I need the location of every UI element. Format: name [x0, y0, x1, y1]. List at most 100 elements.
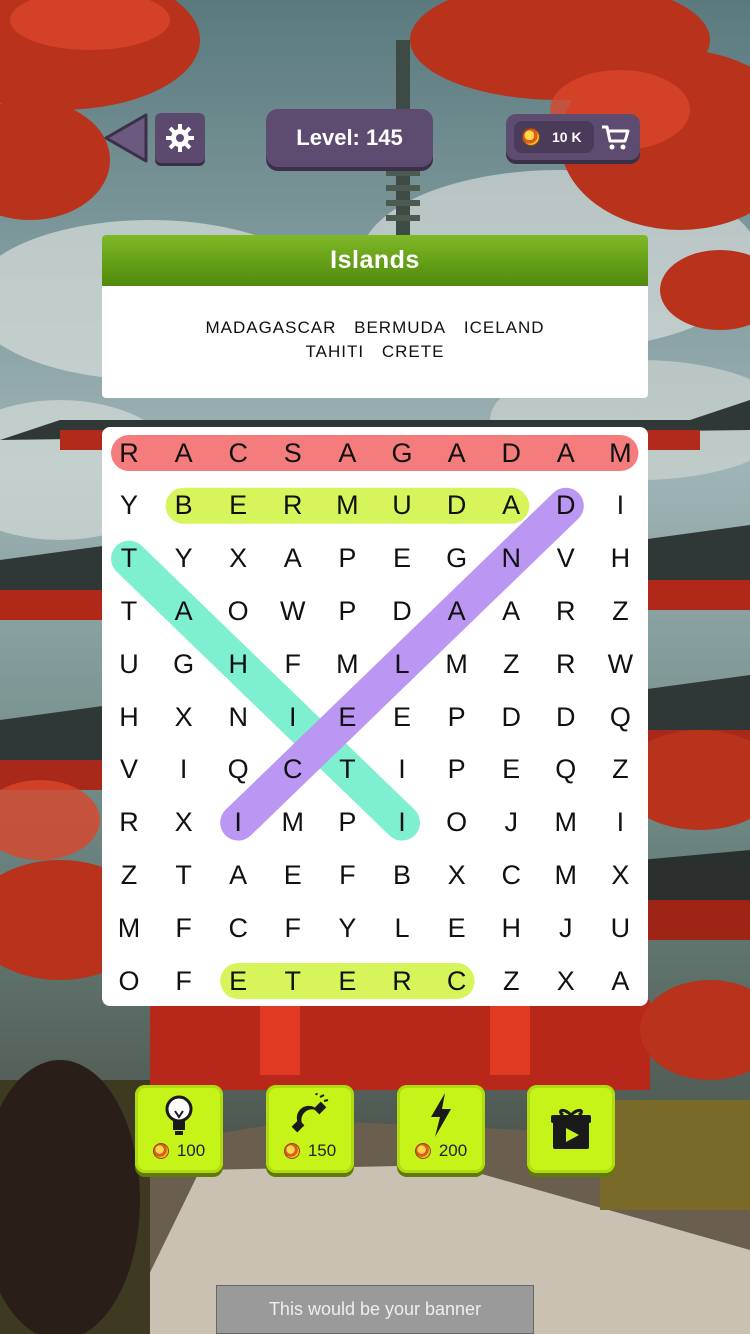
grid-letter[interactable]: T [109, 591, 149, 631]
grid-letter[interactable]: I [164, 750, 204, 790]
grid-letter[interactable]: A [437, 433, 477, 473]
grid-letter[interactable]: P [327, 539, 367, 579]
grid-letter[interactable]: I [218, 803, 258, 843]
grid-letter[interactable]: T [164, 855, 204, 895]
grid-letter[interactable]: O [218, 591, 258, 631]
grid-letter[interactable]: H [109, 697, 149, 737]
grid-letter[interactable]: R [546, 591, 586, 631]
grid-letter[interactable]: I [382, 750, 422, 790]
grid-letter[interactable]: E [327, 961, 367, 1001]
grid-letter[interactable]: S [273, 433, 313, 473]
grid-letter[interactable]: I [273, 697, 313, 737]
shopping-cart-icon[interactable] [600, 122, 630, 152]
grid-letter[interactable]: A [600, 961, 640, 1001]
grid-letter[interactable]: F [273, 644, 313, 684]
grid-letter[interactable]: V [109, 750, 149, 790]
grid-letter[interactable]: P [327, 803, 367, 843]
grid-letter[interactable]: C [273, 750, 313, 790]
grid-letter[interactable]: D [491, 433, 531, 473]
grid-letter[interactable]: J [491, 803, 531, 843]
letter-grid[interactable]: RACSAGADAMYBERMUDADITYXAPEGNVHTAOWPDAARZ… [102, 427, 648, 1006]
grid-letter[interactable]: A [327, 433, 367, 473]
grid-letter[interactable]: J [546, 908, 586, 948]
grid-letter[interactable]: Q [600, 697, 640, 737]
grid-letter[interactable]: D [546, 486, 586, 526]
grid-letter[interactable]: F [273, 908, 313, 948]
grid-letter[interactable]: Z [491, 644, 531, 684]
grid-letter[interactable]: M [109, 908, 149, 948]
grid-letter[interactable]: I [382, 803, 422, 843]
grid-letter[interactable]: V [546, 539, 586, 579]
grid-letter[interactable]: C [437, 961, 477, 1001]
grid-letter[interactable]: E [273, 855, 313, 895]
grid-letter[interactable]: L [382, 644, 422, 684]
grid-letter[interactable]: X [218, 539, 258, 579]
lightning-button[interactable]: 200 [397, 1085, 485, 1173]
grid-letter[interactable]: R [546, 644, 586, 684]
grid-letter[interactable]: P [437, 750, 477, 790]
grid-letter[interactable]: E [437, 908, 477, 948]
grid-letter[interactable]: N [491, 539, 531, 579]
grid-letter[interactable]: G [437, 539, 477, 579]
grid-letter[interactable]: Y [109, 486, 149, 526]
grid-letter[interactable]: H [600, 539, 640, 579]
grid-letter[interactable]: M [327, 486, 367, 526]
grid-letter[interactable]: A [491, 591, 531, 631]
grid-letter[interactable]: C [218, 433, 258, 473]
grid-letter[interactable]: X [600, 855, 640, 895]
grid-letter[interactable]: Z [109, 855, 149, 895]
grid-letter[interactable]: U [382, 486, 422, 526]
gift-video-button[interactable] [527, 1085, 615, 1173]
grid-letter[interactable]: B [164, 486, 204, 526]
grid-letter[interactable]: W [600, 644, 640, 684]
grid-letter[interactable]: Z [600, 750, 640, 790]
grid-letter[interactable]: A [546, 433, 586, 473]
grid-letter[interactable]: I [600, 803, 640, 843]
grid-letter[interactable]: X [164, 697, 204, 737]
grid-letter[interactable]: A [218, 855, 258, 895]
magnet-button[interactable]: 150 [266, 1085, 354, 1173]
grid-letter[interactable]: A [437, 591, 477, 631]
coin-balance[interactable]: 10 K [506, 114, 640, 160]
grid-letter[interactable]: Z [491, 961, 531, 1001]
grid-letter[interactable]: E [382, 539, 422, 579]
grid-letter[interactable]: E [382, 697, 422, 737]
grid-letter[interactable]: A [273, 539, 313, 579]
grid-letter[interactable]: X [437, 855, 477, 895]
grid-letter[interactable]: D [382, 591, 422, 631]
grid-letter[interactable]: M [437, 644, 477, 684]
grid-letter[interactable]: F [164, 908, 204, 948]
grid-letter[interactable]: Y [164, 539, 204, 579]
grid-letter[interactable]: R [382, 961, 422, 1001]
grid-letter[interactable]: M [546, 803, 586, 843]
grid-letter[interactable]: E [327, 697, 367, 737]
grid-letter[interactable]: R [109, 803, 149, 843]
grid-letter[interactable]: Q [218, 750, 258, 790]
grid-letter[interactable]: X [546, 961, 586, 1001]
ad-banner[interactable]: This would be your banner [216, 1285, 534, 1334]
grid-letter[interactable]: G [382, 433, 422, 473]
grid-letter[interactable]: R [273, 486, 313, 526]
grid-letter[interactable]: M [600, 433, 640, 473]
grid-letter[interactable]: O [109, 961, 149, 1001]
grid-letter[interactable]: W [273, 591, 313, 631]
grid-letter[interactable]: D [491, 697, 531, 737]
grid-letter[interactable]: C [491, 855, 531, 895]
hint-button[interactable]: 100 [135, 1085, 223, 1173]
grid-letter[interactable]: U [600, 908, 640, 948]
grid-letter[interactable]: U [109, 644, 149, 684]
grid-letter[interactable]: E [218, 961, 258, 1001]
grid-letter[interactable]: A [164, 433, 204, 473]
grid-letter[interactable]: T [109, 539, 149, 579]
grid-letter[interactable]: Z [600, 591, 640, 631]
grid-letter[interactable]: P [327, 591, 367, 631]
grid-letter[interactable]: D [437, 486, 477, 526]
grid-letter[interactable]: X [164, 803, 204, 843]
grid-letter[interactable]: T [327, 750, 367, 790]
grid-letter[interactable]: L [382, 908, 422, 948]
grid-letter[interactable]: R [109, 433, 149, 473]
grid-letter[interactable]: M [546, 855, 586, 895]
grid-letter[interactable]: Q [546, 750, 586, 790]
grid-letter[interactable]: E [218, 486, 258, 526]
grid-letter[interactable]: H [218, 644, 258, 684]
